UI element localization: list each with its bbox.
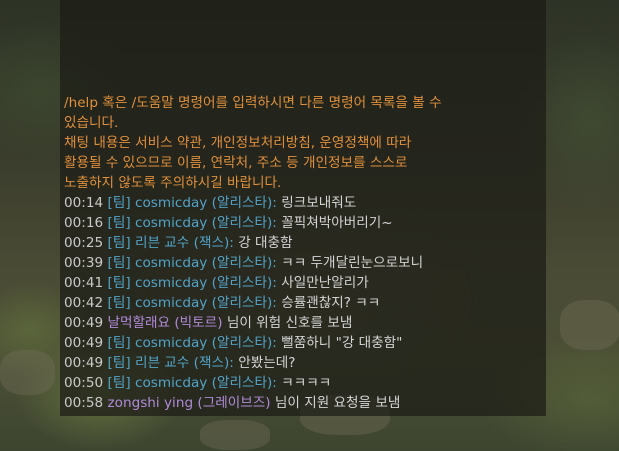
- timestamp: 00:49: [64, 355, 104, 371]
- system-message: 활용될 수 있으므로 이름, 연락처, 주소 등 개인정보를 스스로: [64, 155, 408, 171]
- chat-message: 00:49 [팀] 리븐 교수 (잭스): 안봤는데?: [64, 353, 544, 373]
- team-channel-tag: [팀]: [107, 335, 131, 351]
- chat-message: 00:14 [팀] cosmicday (알리스타): 링크보내줘도: [64, 193, 544, 213]
- team-channel-tag: [팀]: [107, 375, 131, 391]
- sender-name[interactable]: cosmicday (알리스타):: [135, 275, 277, 291]
- message-text: 꼴픽쳐박아버리기~: [281, 215, 393, 231]
- message-text: 뻘쭘하니 "강 대충함": [281, 335, 403, 351]
- chat-message: 00:25 [팀] 리븐 교수 (잭스): 강 대충함: [64, 233, 544, 253]
- chat-message: 00:49 [팀] cosmicday (알리스타): 뻘쭘하니 "강 대충함": [64, 333, 544, 353]
- timestamp: 00:39: [64, 255, 104, 271]
- ping-notification: 00:58 zongshi ying (그레이브즈) 님이 지원 요청을 보냄: [64, 393, 544, 413]
- ping-notification: 00:49 날먹할래요 (빅토르) 님이 위험 신호를 보냄: [64, 313, 544, 333]
- system-message: /help 혹은 /도움말 명령어를 입력하시면 다른 명령어 목록을 볼 수: [64, 95, 442, 111]
- system-message: 노출하지 않도록 주의하시길 바랍니다.: [64, 175, 282, 191]
- chat-message: 00:50 [팀] cosmicday (알리스타): ㅋㅋㅋㅋ: [64, 373, 544, 393]
- sender-name[interactable]: cosmicday (알리스타):: [135, 375, 277, 391]
- sender-name[interactable]: 날먹할래요 (빅토르): [108, 315, 223, 331]
- message-text: 님이 지원 요청을 보냄: [274, 395, 401, 411]
- team-channel-tag: [팀]: [107, 295, 131, 311]
- team-channel-tag: [팀]: [107, 235, 131, 251]
- message-text: 안봤는데?: [238, 355, 296, 371]
- chat-message: 00:39 [팀] cosmicday (알리스타): ㅋㅋ 두개달린눈으로보니: [64, 253, 544, 273]
- sender-name[interactable]: zongshi ying (그레이브즈): [108, 395, 271, 411]
- timestamp: 00:58: [64, 395, 104, 411]
- chat-message: 00:41 [팀] cosmicday (알리스타): 사일만난알리가: [64, 273, 544, 293]
- chat-log: /help 혹은 /도움말 명령어를 입력하시면 다른 명령어 목록을 볼 수 …: [64, 93, 544, 413]
- team-channel-tag: [팀]: [107, 195, 131, 211]
- team-channel-tag: [팀]: [107, 355, 131, 371]
- sender-name[interactable]: cosmicday (알리스타):: [135, 215, 277, 231]
- message-text: ㅋㅋㅋㅋ: [281, 375, 332, 391]
- sender-name[interactable]: cosmicday (알리스타):: [135, 295, 277, 311]
- timestamp: 00:49: [64, 335, 104, 351]
- chat-message: 00:16 [팀] cosmicday (알리스타): 꼴픽쳐박아버리기~: [64, 213, 544, 233]
- message-text: ㅋㅋ 두개달린눈으로보니: [281, 255, 424, 271]
- timestamp: 00:41: [64, 275, 104, 291]
- sender-name[interactable]: 리븐 교수 (잭스):: [135, 355, 234, 371]
- chat-message: 00:42 [팀] cosmicday (알리스타): 승률괜찮지? ㅋㅋ: [64, 293, 544, 313]
- timestamp: 00:25: [64, 235, 104, 251]
- sender-name[interactable]: cosmicday (알리스타):: [135, 195, 277, 211]
- timestamp: 00:16: [64, 215, 104, 231]
- message-text: 사일만난알리가: [281, 275, 369, 291]
- system-message: 있습니다.: [64, 115, 119, 131]
- sender-name[interactable]: cosmicday (알리스타):: [135, 255, 277, 271]
- team-channel-tag: [팀]: [107, 275, 131, 291]
- system-message: 채팅 내용은 서비스 약관, 개인정보처리방침, 운영정책에 따라: [64, 135, 412, 151]
- timestamp: 00:42: [64, 295, 104, 311]
- message-text: 링크보내줘도: [281, 195, 357, 211]
- team-channel-tag: [팀]: [107, 215, 131, 231]
- sender-name[interactable]: 리븐 교수 (잭스):: [135, 235, 234, 251]
- team-channel-tag: [팀]: [107, 255, 131, 271]
- message-text: 님이 위험 신호를 보냄: [226, 315, 353, 331]
- sender-name[interactable]: cosmicday (알리스타):: [135, 335, 277, 351]
- message-text: 승률괜찮지? ㅋㅋ: [281, 295, 381, 311]
- timestamp: 00:14: [64, 195, 104, 211]
- message-text: 강 대충함: [238, 235, 293, 251]
- timestamp: 00:50: [64, 375, 104, 391]
- timestamp: 00:49: [64, 315, 104, 331]
